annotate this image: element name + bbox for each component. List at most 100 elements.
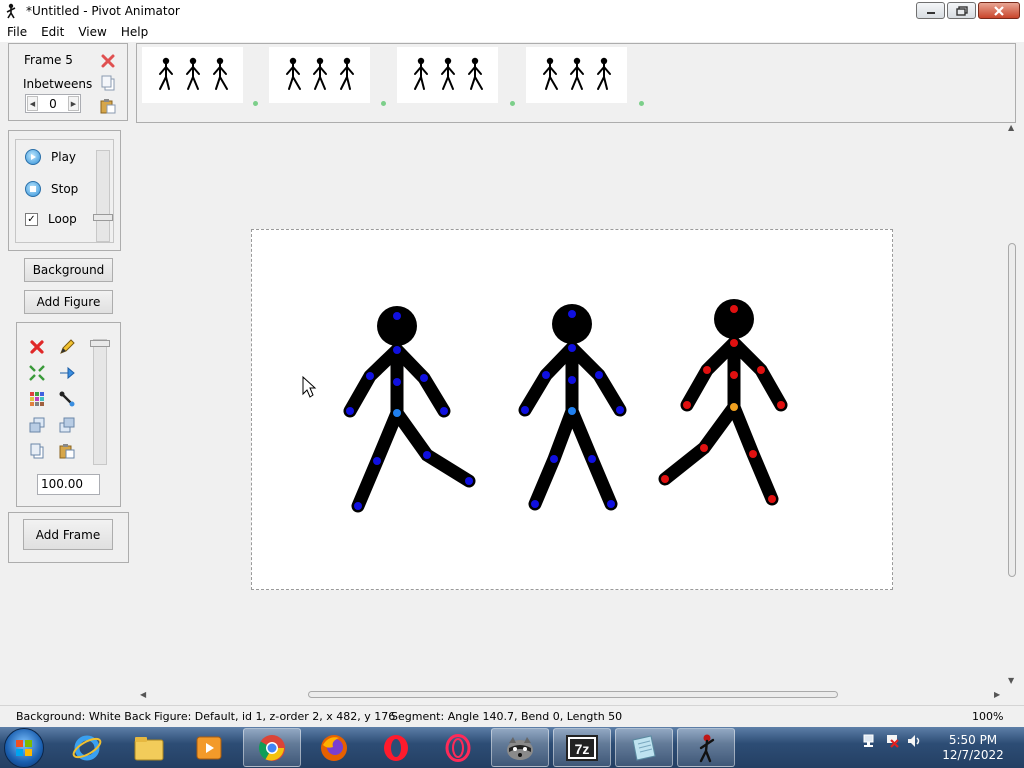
title-bar: *Untitled - Pivot Animator (0, 0, 1024, 22)
thumbnail-figure (468, 57, 483, 90)
thumbnail-figure (570, 57, 584, 90)
taskbar-opera[interactable] (367, 728, 425, 767)
timeline-frame-4[interactable] (526, 47, 627, 103)
timeline-marker (510, 101, 515, 106)
figure-scale-slider[interactable] (90, 339, 110, 465)
chrome-icon (258, 734, 285, 761)
thumbnail-figure (414, 57, 428, 90)
copy-frame-icon[interactable] (98, 73, 118, 93)
status-figure: Figure: Default, id 1, z-order 2, x 482,… (154, 710, 396, 723)
background-button[interactable]: Background (24, 258, 113, 282)
inbetweens-spinner[interactable]: ◀ 0 ▶ (25, 94, 81, 113)
thumbnail-figure (543, 57, 558, 90)
speed-slider-thumb[interactable] (93, 214, 113, 221)
start-button[interactable] (4, 728, 44, 768)
playback-panel: Play Stop ✓ Loop (8, 130, 121, 251)
action-center-icon[interactable] (884, 733, 900, 749)
spinner-right-icon[interactable]: ▶ (67, 96, 79, 111)
restore-button[interactable] (947, 2, 976, 19)
taskbar-7zip[interactable]: 7z (553, 728, 611, 767)
status-zoom: 100% (972, 710, 1004, 723)
segment-tool-icon[interactable] (56, 388, 78, 410)
timeline-frame-3[interactable] (397, 47, 498, 103)
paste-frame-icon[interactable] (98, 96, 118, 116)
speed-slider[interactable] (93, 150, 113, 242)
menu-view[interactable]: View (71, 22, 113, 42)
system-clock[interactable]: 5:50 PM 12/7/2022 (930, 733, 1016, 763)
vertical-scroll-thumb[interactable] (1008, 243, 1016, 577)
scroll-up-icon[interactable]: ▲ (1008, 123, 1014, 132)
menu-file[interactable]: File (0, 22, 34, 42)
internet-explorer-icon (72, 735, 102, 760)
timeline-marker (639, 101, 644, 106)
menu-help[interactable]: Help (114, 22, 155, 42)
figure-scale-input[interactable]: 100.00 (37, 474, 100, 495)
pivot-app-icon (2, 0, 20, 22)
firefox-icon (321, 734, 347, 761)
horizontal-scrollbar[interactable]: ◀ ▶ (138, 689, 1006, 701)
play-control[interactable]: Play (25, 149, 76, 165)
scroll-left-icon[interactable]: ◀ (140, 690, 146, 699)
close-window-button[interactable] (978, 2, 1020, 19)
loop-control[interactable]: ✓ Loop (25, 212, 77, 226)
status-segment: Segment: Angle 140.7, Bend 0, Length 50 (391, 710, 623, 723)
add-frame-button[interactable]: Add Frame (23, 519, 113, 550)
horizontal-scroll-thumb[interactable] (308, 691, 838, 698)
timeline-frame-1[interactable] (142, 47, 243, 103)
minimize-button[interactable] (916, 2, 945, 19)
animation-canvas[interactable] (251, 229, 893, 590)
taskbar-opera-gx[interactable] (429, 728, 487, 767)
menu-edit[interactable]: Edit (34, 22, 71, 42)
inbetweens-label: Inbetweens (23, 77, 93, 91)
taskbar-file-explorer[interactable] (120, 728, 178, 767)
taskbar-media-player[interactable] (180, 728, 238, 767)
thumbnail-figure (597, 57, 611, 90)
play-icon (25, 149, 41, 165)
spinner-left-icon[interactable]: ◀ (27, 96, 38, 111)
canvas-drawing[interactable] (252, 230, 894, 591)
figure-scale-thumb[interactable] (90, 340, 110, 347)
volume-icon[interactable] (906, 733, 922, 749)
taskbar-firefox[interactable] (305, 728, 363, 767)
taskbar-internet-explorer[interactable] (58, 728, 116, 767)
color-figure-icon[interactable] (26, 388, 48, 410)
edit-figure-icon[interactable] (56, 336, 78, 358)
flip-figure-icon[interactable] (26, 362, 48, 384)
swap-figure-icon[interactable] (56, 362, 78, 384)
stick-figure-3[interactable] (658, 336, 788, 506)
taskbar-pivot-animator[interactable] (677, 728, 735, 767)
menu-bar: File Edit View Help (0, 22, 1024, 42)
bring-forward-icon[interactable] (26, 414, 48, 436)
system-tray (862, 733, 922, 749)
vertical-scrollbar[interactable]: ▲ ▼ (1006, 123, 1018, 689)
clock-date: 12/7/2022 (942, 748, 1004, 762)
stop-control[interactable]: Stop (25, 181, 78, 197)
folder-icon (134, 736, 164, 760)
taskbar-notepad[interactable] (615, 728, 673, 767)
delete-frame-icon[interactable] (98, 51, 118, 71)
thumbnail-figure (441, 57, 455, 90)
thumbnail-figure (313, 57, 327, 90)
add-figure-button[interactable]: Add Figure (24, 290, 113, 314)
taskbar-raccoon-app[interactable] (491, 728, 549, 767)
taskbar-chrome[interactable] (243, 728, 301, 767)
opera-gx-icon (445, 733, 471, 762)
notepad-icon (632, 734, 656, 761)
scroll-down-icon[interactable]: ▼ (1008, 676, 1014, 685)
media-player-icon (196, 736, 222, 759)
thumbnail-figure (159, 57, 173, 90)
paste-figure-icon[interactable] (56, 440, 78, 462)
svg-text:7z: 7z (575, 741, 590, 757)
scroll-right-icon[interactable]: ▶ (994, 690, 1000, 699)
network-icon[interactable] (862, 733, 878, 749)
thumbnail-figure (186, 57, 200, 90)
loop-checkbox[interactable]: ✓ (25, 212, 38, 226)
copy-figure-icon[interactable] (26, 440, 48, 462)
raccoon-icon (507, 736, 533, 760)
stick-figure-2[interactable] (518, 341, 627, 511)
timeline-frame-2[interactable] (269, 47, 370, 103)
timeline-marker (381, 101, 386, 106)
delete-figure-icon[interactable] (26, 336, 48, 358)
send-backward-icon[interactable] (56, 414, 78, 436)
playback-inner: Play Stop ✓ Loop (15, 139, 114, 243)
